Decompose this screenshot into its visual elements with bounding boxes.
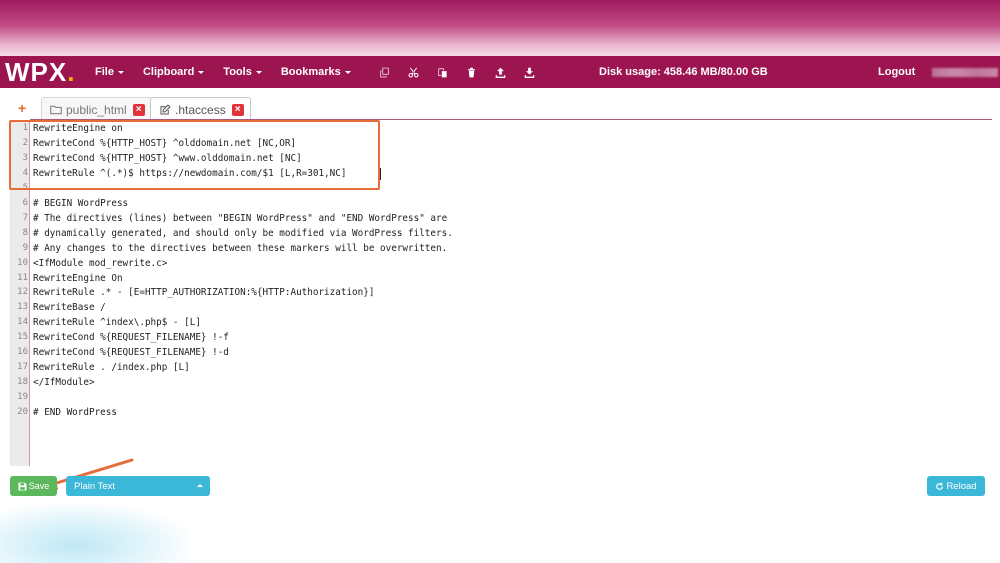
trash-icon[interactable]	[457, 62, 486, 82]
menu-clipboard-label: Clipboard	[142, 66, 195, 78]
line-number: 6	[22, 197, 28, 208]
close-icon[interactable]: ×	[132, 103, 145, 116]
code-line[interactable]: RewriteRule . /index.php [L]	[33, 362, 190, 373]
code-line[interactable]: # dynamically generated, and should only…	[33, 228, 453, 239]
top-navbar: WPX. File Clipboard Tools Bookmarks Disk…	[0, 56, 1000, 88]
upload-icon[interactable]	[486, 62, 515, 82]
menu-tools[interactable]: Tools	[223, 66, 262, 78]
code-line[interactable]: RewriteCond %{REQUEST_FILENAME} !-d	[33, 347, 229, 358]
editor-bottom-bar: Save Plain Text Reload	[0, 474, 1000, 500]
syntax-mode-select[interactable]: Plain Text	[66, 476, 210, 496]
code-line[interactable]: </IfModule>	[33, 377, 95, 388]
tab-htaccess-label: .htaccess	[175, 102, 226, 117]
decorative-glow	[0, 504, 190, 563]
reload-button-label: Reload	[946, 480, 977, 492]
chevron-down-icon	[255, 70, 262, 74]
disk-usage: Disk usage: 458.46 MB/80.00 GB	[599, 66, 768, 78]
text-cursor	[380, 168, 381, 180]
menu-tools-label: Tools	[223, 66, 252, 78]
chevron-down-icon	[117, 70, 124, 74]
menu-file[interactable]: File	[95, 66, 124, 78]
tab-public-html-label: public_html	[66, 102, 127, 117]
cut-icon[interactable]	[399, 62, 428, 82]
tab-htaccess[interactable]: .htaccess ×	[150, 97, 251, 121]
code-line[interactable]: # The directives (lines) between "BEGIN …	[33, 213, 447, 224]
folder-icon	[50, 105, 62, 114]
wpx-logo[interactable]: WPX.	[5, 57, 91, 88]
code-line[interactable]: RewriteBase /	[33, 302, 106, 313]
toolbar-icons	[370, 62, 544, 82]
line-number: 10	[17, 257, 28, 268]
highlight-annotation	[9, 120, 380, 190]
main-menu: File Clipboard Tools Bookmarks	[95, 66, 370, 78]
line-number: 18	[17, 377, 28, 388]
close-icon[interactable]: ×	[231, 103, 244, 116]
line-number: 17	[17, 362, 28, 373]
menu-bookmarks[interactable]: Bookmarks	[281, 66, 351, 78]
floppy-icon	[18, 482, 27, 490]
line-number: 12	[17, 287, 28, 298]
blurred-username	[932, 68, 998, 77]
code-line[interactable]: # END WordPress	[33, 407, 117, 418]
code-line[interactable]: <IfModule mod_rewrite.c>	[33, 258, 167, 269]
line-number: 13	[17, 302, 28, 313]
line-number: 14	[17, 317, 28, 328]
add-tab-icon[interactable]: +	[18, 100, 26, 116]
save-button-label: Save	[28, 481, 50, 491]
line-number: 9	[22, 242, 28, 253]
line-number: 8	[22, 227, 28, 238]
paste-icon[interactable]	[428, 62, 457, 82]
file-tabs: + public_html × .htaccess ×	[0, 95, 1000, 121]
line-number: 16	[17, 347, 28, 358]
menu-clipboard[interactable]: Clipboard	[142, 66, 205, 78]
logout-link[interactable]: Logout	[878, 66, 915, 78]
code-line[interactable]: RewriteRule ^index\.php$ - [L]	[33, 317, 201, 328]
tab-public-html[interactable]: public_html ×	[41, 97, 152, 121]
line-number: 7	[22, 212, 28, 223]
menu-file-label: File	[95, 66, 114, 78]
edit-icon	[160, 103, 171, 114]
reload-button[interactable]: Reload	[927, 476, 985, 496]
copy-icon[interactable]	[370, 62, 399, 82]
download-icon[interactable]	[515, 62, 544, 82]
line-number: 11	[17, 272, 28, 283]
line-number: 19	[17, 392, 28, 403]
line-number: 15	[17, 332, 28, 343]
refresh-icon	[936, 482, 944, 490]
code-line[interactable]: RewriteEngine On	[33, 273, 123, 284]
chevron-down-icon	[344, 70, 351, 74]
chevron-up-icon	[197, 484, 203, 487]
logo-text: WPX	[5, 56, 68, 87]
syntax-mode-label: Plain Text	[74, 480, 116, 492]
code-line[interactable]: # Any changes to the directives between …	[33, 243, 447, 254]
chevron-down-icon	[198, 70, 205, 74]
top-background	[0, 0, 1000, 56]
logo-dot: .	[67, 56, 76, 87]
menu-bookmarks-label: Bookmarks	[280, 66, 341, 78]
line-number: 20	[17, 407, 28, 418]
save-button[interactable]: Save	[10, 476, 57, 496]
code-line[interactable]: RewriteCond %{REQUEST_FILENAME} !-f	[33, 332, 229, 343]
code-line[interactable]: # BEGIN WordPress	[33, 198, 128, 209]
code-line[interactable]: RewriteRule .* - [E=HTTP_AUTHORIZATION:%…	[33, 287, 374, 298]
